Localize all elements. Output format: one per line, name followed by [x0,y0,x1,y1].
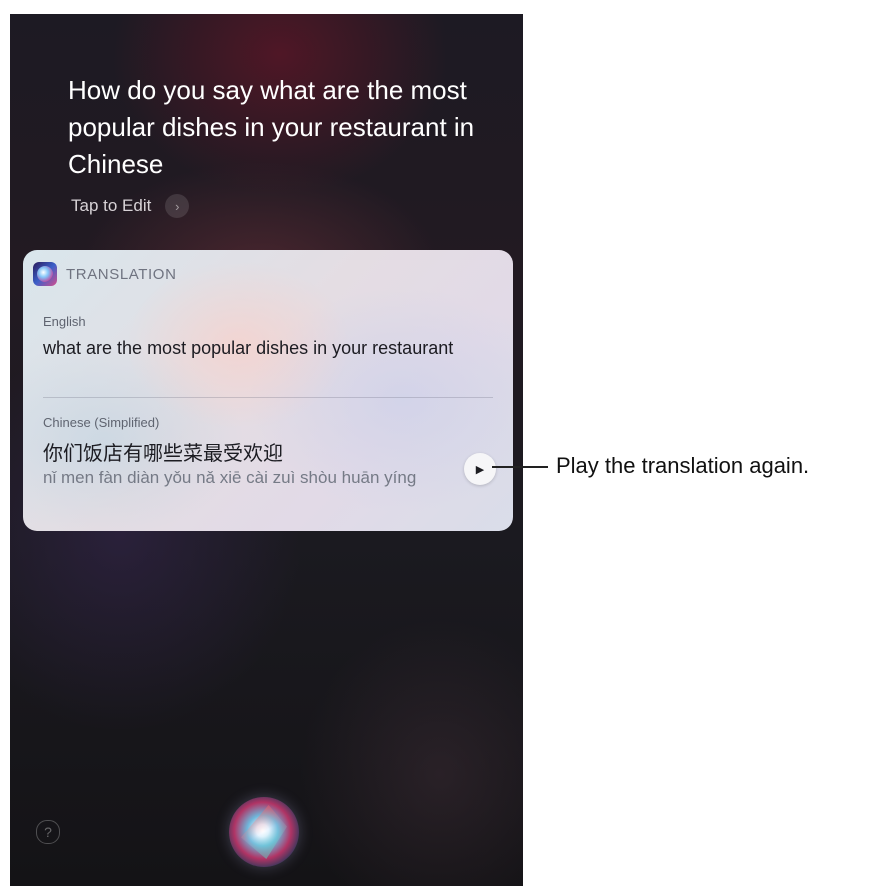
siri-orb-button[interactable] [229,797,299,867]
chevron-right-icon: › [165,194,190,218]
card-title: TRANSLATION [66,265,177,283]
tap-to-edit-label: Tap to Edit [71,196,152,215]
siri-query-text: How do you say what are the most popular… [68,75,475,179]
siri-app-icon [33,262,57,286]
translated-text: 你们饭店有哪些菜最受欢迎 [43,441,283,465]
source-language-label: English [43,314,86,329]
card-header: TRANSLATION [33,262,177,286]
play-translation-button[interactable]: ▶ [464,453,496,485]
target-language-label: Chinese (Simplified) [43,415,160,430]
help-icon[interactable]: ? [36,820,60,844]
tap-to-edit-button[interactable]: Tap to Edit › [71,194,190,218]
callout-label: Play the translation again. [556,453,810,478]
divider [43,397,493,398]
pinyin-text: nǐ men fàn diàn yǒu nǎ xiē cài zuì shòu … [43,468,417,487]
siri-screen: How do you say what are the most popular… [10,14,523,886]
callout-line [492,466,548,468]
play-icon: ▶ [475,463,485,476]
translation-card: TRANSLATION English what are the most po… [23,250,513,531]
source-text: what are the most popular dishes in your… [43,338,454,358]
